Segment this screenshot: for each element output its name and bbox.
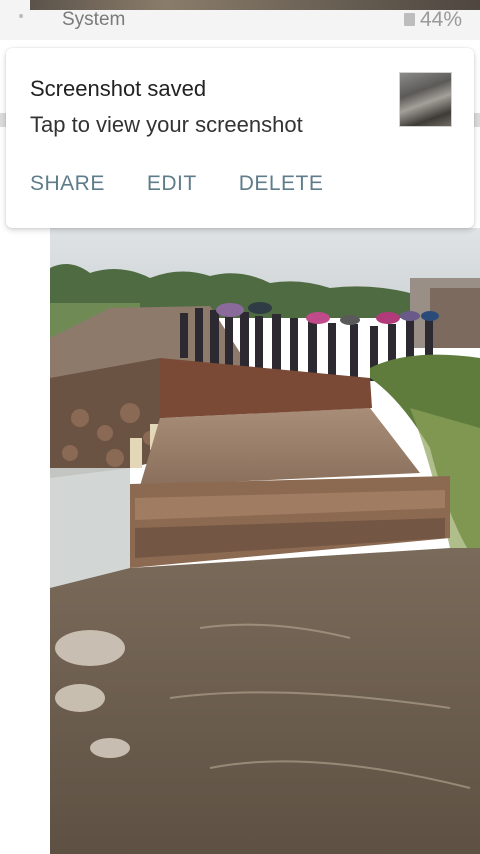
- flooded-bridge-photo[interactable]: [50, 228, 480, 854]
- status-dot-icon: [19, 14, 23, 18]
- share-button[interactable]: SHARE: [30, 172, 105, 196]
- notification-actions: SHARE EDIT DELETE: [30, 172, 365, 196]
- battery-icon: [404, 13, 415, 26]
- status-app-label: System: [62, 9, 126, 30]
- delete-button[interactable]: DELETE: [239, 172, 324, 196]
- left-gutter: [0, 228, 50, 854]
- status-bar: System 44%: [0, 0, 480, 40]
- screenshot-notification[interactable]: Screenshot saved Tap to view your screen…: [6, 48, 474, 228]
- notification-subtitle[interactable]: Tap to view your screenshot: [30, 112, 303, 138]
- edit-button[interactable]: EDIT: [147, 172, 197, 196]
- battery-percent: 44%: [420, 8, 463, 31]
- screenshot-thumbnail[interactable]: [399, 72, 452, 127]
- notification-title: Screenshot saved: [30, 76, 207, 101]
